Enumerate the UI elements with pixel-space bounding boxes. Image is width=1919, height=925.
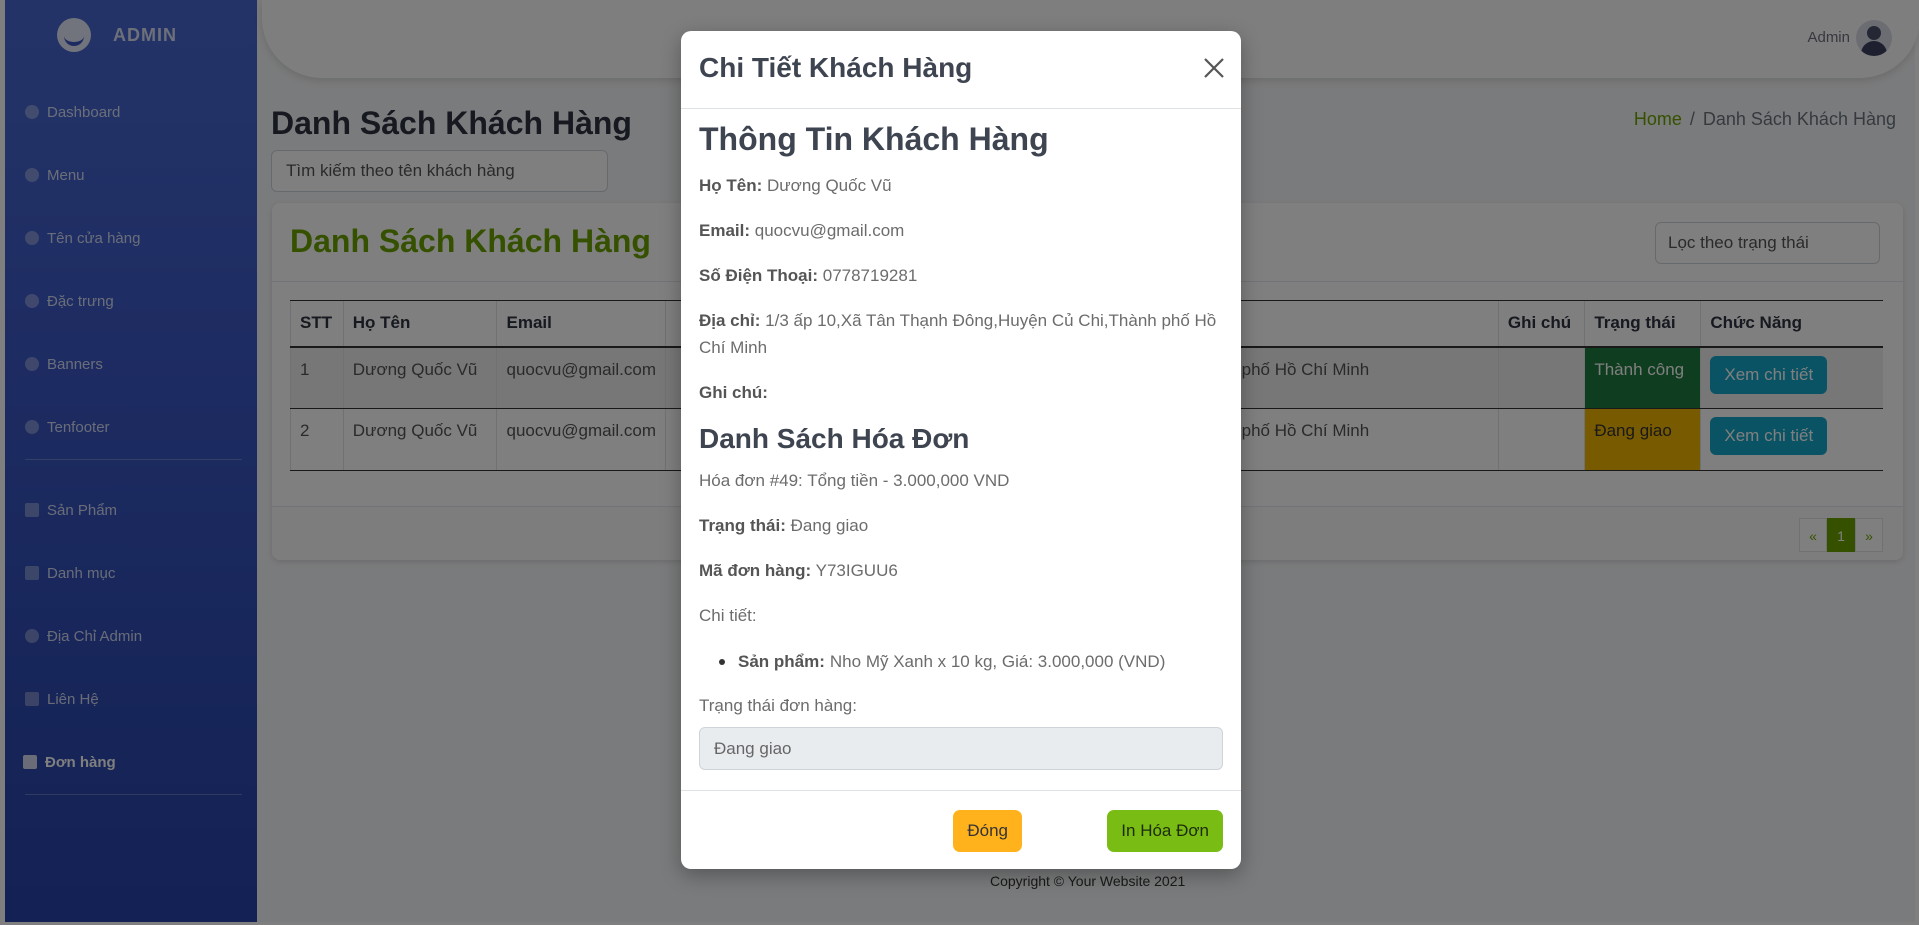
- field-phone: Số Điện Thoại: 0778719281: [699, 262, 1223, 289]
- field-label: Địa chỉ:: [699, 311, 761, 330]
- field-value: quocvu@gmail.com: [754, 221, 905, 240]
- invoice-code: Mã đơn hàng: Y73IGUU6: [699, 557, 1223, 584]
- field-value: Đang giao: [790, 516, 869, 535]
- field-value: 0778719281: [822, 266, 918, 285]
- modal-footer: Đóng In Hóa Đơn: [681, 790, 1241, 869]
- invoice-list-title: Danh Sách Hóa Đơn: [699, 423, 970, 454]
- field-label: Email:: [699, 221, 751, 240]
- invoice-summary: Hóa đơn #49: Tổng tiền - 3.000,000 VND: [699, 471, 1010, 490]
- list-item: Sản phẩm: Nho Mỹ Xanh x 10 kg, Giá: 3.00…: [719, 652, 1165, 672]
- item-value: Nho Mỹ Xanh x 10 kg, Giá: 3.000,000 (VND…: [829, 652, 1166, 671]
- item-label: Sản phẩm:: [738, 652, 825, 671]
- order-status-label: Trạng thái đơn hàng:: [699, 696, 857, 715]
- print-invoice-button[interactable]: In Hóa Đơn: [1107, 810, 1223, 852]
- customer-info-title: Thông Tin Khách Hàng: [699, 121, 1049, 157]
- field-label: Mã đơn hàng:: [699, 561, 812, 580]
- field-value: 1/3 ấp 10,Xã Tân Thạnh Đông,Huyện Củ Chi…: [699, 311, 1217, 357]
- modal-title: Chi Tiết Khách Hàng: [699, 52, 973, 83]
- field-value: Dương Quốc Vũ: [767, 176, 892, 195]
- invoice-status: Trạng thái: Đang giao: [699, 512, 1223, 539]
- field-label: Trạng thái:: [699, 516, 786, 535]
- order-status-field[interactable]: Đang giao: [699, 727, 1223, 770]
- customer-detail-modal: Chi Tiết Khách Hàng Thông Tin Khách Hàng…: [681, 31, 1241, 869]
- field-email: Email: quocvu@gmail.com: [699, 217, 1223, 244]
- field-label: Họ Tên:: [699, 176, 763, 195]
- field-label: Ghi chú:: [699, 383, 768, 402]
- close-icon[interactable]: [1201, 55, 1227, 81]
- invoice-detail-label: Chi tiết:: [699, 606, 757, 625]
- modal-header: Chi Tiết Khách Hàng: [681, 31, 1241, 109]
- field-address: Địa chỉ: 1/3 ấp 10,Xã Tân Thạnh Đông,Huy…: [699, 307, 1223, 361]
- close-button[interactable]: Đóng: [953, 810, 1022, 852]
- field-label: Số Điện Thoại:: [699, 266, 818, 285]
- field-name: Họ Tên: Dương Quốc Vũ: [699, 172, 1223, 199]
- field-value: Y73IGUU6: [815, 561, 898, 580]
- field-note: Ghi chú:: [699, 379, 1223, 406]
- bullet-icon: [719, 659, 725, 665]
